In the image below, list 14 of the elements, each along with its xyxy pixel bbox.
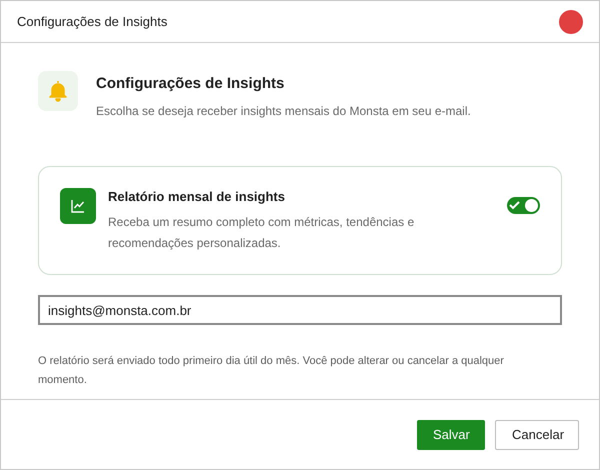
window-title: Configurações de Insights <box>17 12 168 31</box>
header-title: Configurações de Insights <box>96 74 286 94</box>
check-icon <box>509 200 520 210</box>
save-button[interactable]: Salvar <box>417 420 485 450</box>
info-note: O relatório será enviado todo primeiro dia útil do mês. Você pode alterar ou cancelar a qualquer momento. <box>38 354 505 388</box>
toggle-switch[interactable] <box>507 196 540 214</box>
chart-icon <box>70 198 86 214</box>
option-title: Relatório mensal de insights <box>108 188 286 206</box>
header-subtitle: Escolha se deseja receber insights mensais do Monsta em seu e-mail. <box>96 102 471 120</box>
bell-icon <box>49 80 67 102</box>
cancel-button[interactable]: Cancelar <box>495 420 579 450</box>
email-field[interactable]: insights@monsta.com.br <box>38 295 562 325</box>
option-description: Receba um resumo completo com métricas, tendências e recomendações personalizadas. <box>108 214 416 252</box>
close-button[interactable] <box>559 10 583 34</box>
